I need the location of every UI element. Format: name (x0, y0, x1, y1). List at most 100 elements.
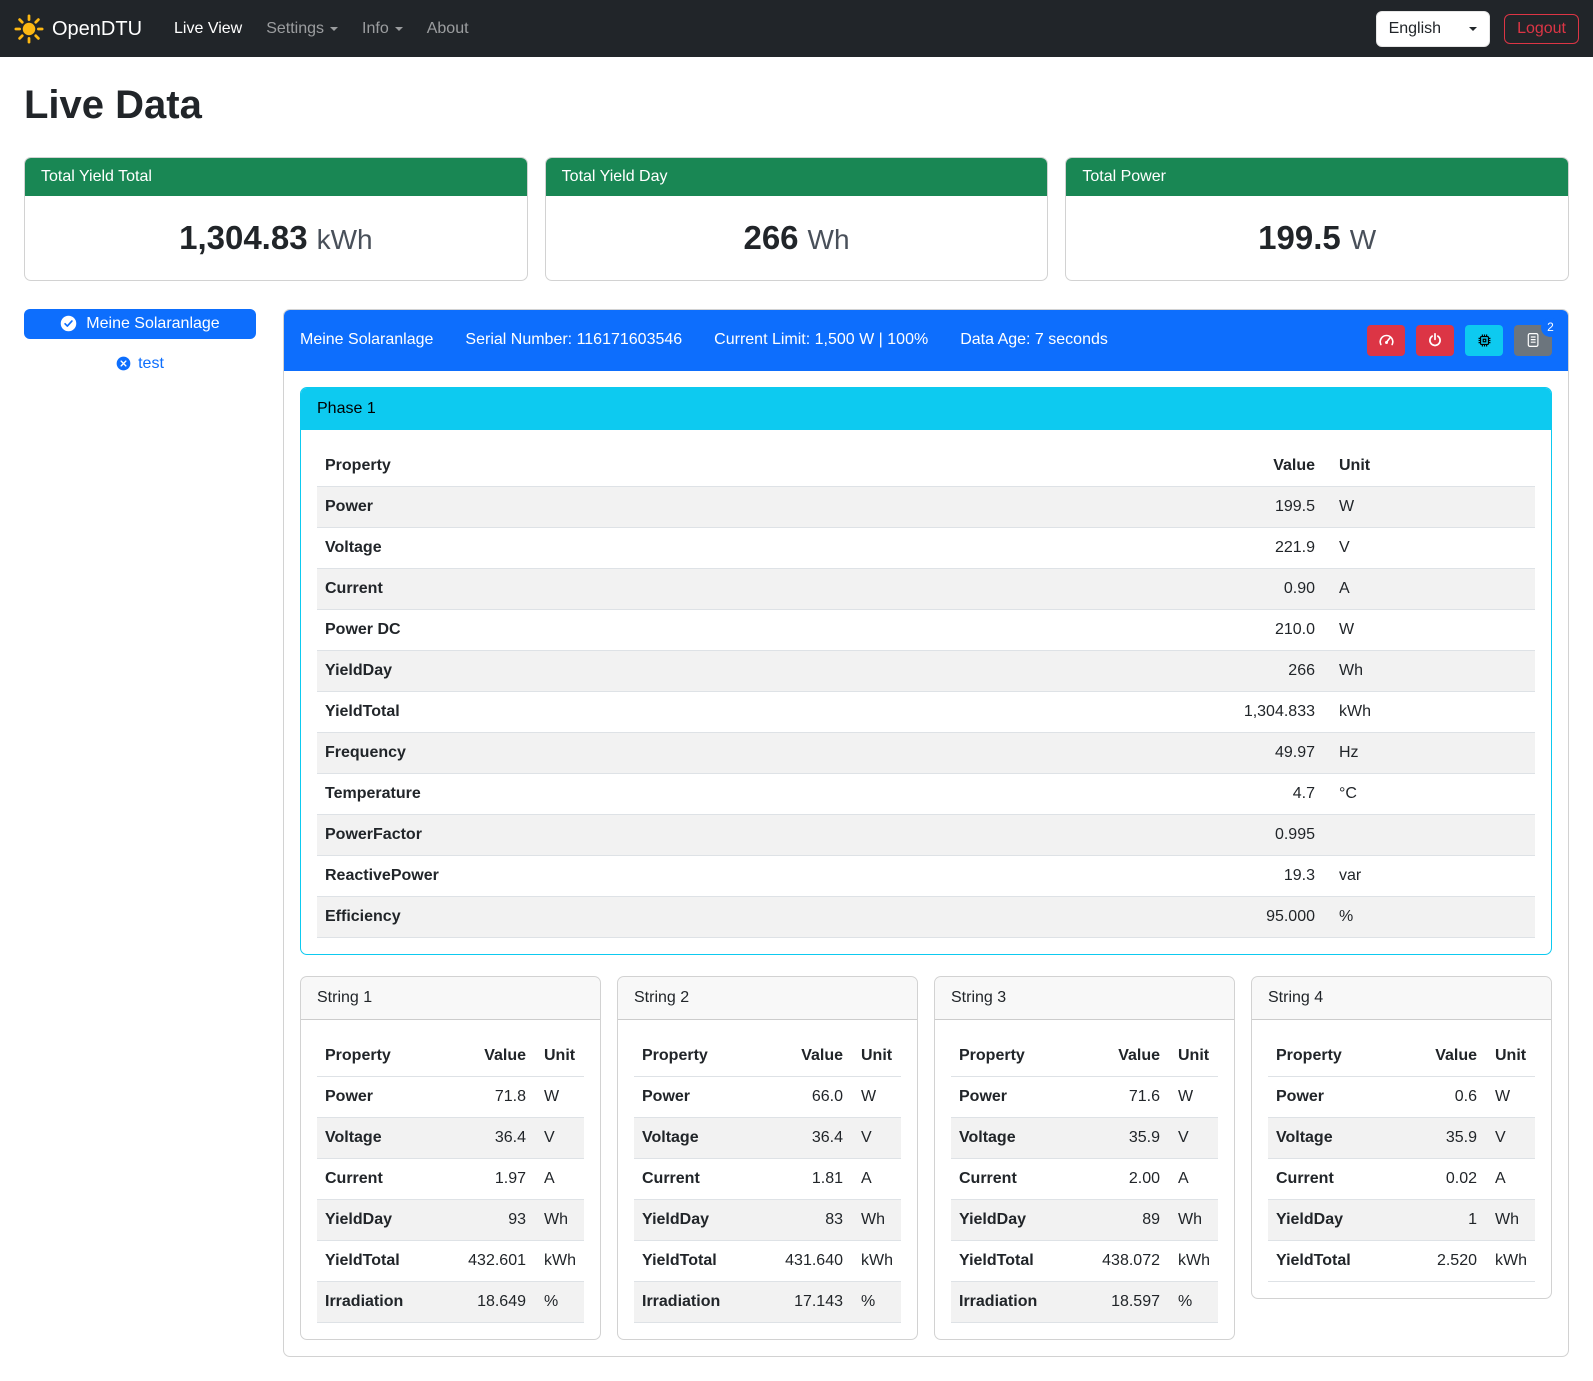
table-row: YieldTotal 431.640 kWh (634, 1240, 901, 1281)
string-table: Property Value Unit Power 71.8 (317, 1036, 584, 1323)
nav-item-live-view[interactable]: Live View (162, 9, 254, 49)
table-row: YieldTotal 1,304.833 kWh (317, 691, 1535, 732)
value-cell: 66.0 (756, 1076, 851, 1117)
unit-cell: % (1323, 896, 1535, 937)
summary-card-value: 199.5 (1258, 219, 1341, 256)
table-row: Power 71.8 W (317, 1076, 584, 1117)
table-row: Irradiation 17.143 % (634, 1281, 901, 1322)
table-row: Efficiency 95.000 % (317, 896, 1535, 937)
sidebar-inverter-selected[interactable]: Meine Solaranlage (24, 309, 256, 339)
device-info-button[interactable] (1465, 325, 1503, 356)
value-cell: 49.97 (919, 732, 1323, 773)
property-cell: Power (1268, 1076, 1401, 1117)
property-header: Property (1268, 1036, 1401, 1077)
phase-card: Phase 1 Property Value Unit (300, 387, 1552, 955)
unit-cell: A (1485, 1158, 1535, 1199)
navbar: OpenDTU Live View Settings Info About En… (0, 0, 1593, 57)
property-cell: ReactivePower (317, 855, 919, 896)
value-cell: 1 (1401, 1199, 1486, 1240)
value-cell: 89 (1073, 1199, 1168, 1240)
table-row: Frequency 49.97 Hz (317, 732, 1535, 773)
unit-cell: A (1168, 1158, 1218, 1199)
table-row: Irradiation 18.597 % (951, 1281, 1218, 1322)
value-cell: 266 (919, 650, 1323, 691)
property-cell: YieldTotal (317, 691, 919, 732)
table-row: Power 71.6 W (951, 1076, 1218, 1117)
table-header-row: Property Value Unit (1268, 1036, 1535, 1077)
event-log-button[interactable]: 2 (1514, 325, 1552, 356)
table-row: Temperature 4.7 °C (317, 773, 1535, 814)
nav-item-label: Settings (266, 17, 324, 41)
power-icon (1427, 332, 1443, 348)
value-cell: 36.4 (439, 1117, 534, 1158)
table-row: Current 0.02 A (1268, 1158, 1535, 1199)
value-cell: 35.9 (1073, 1117, 1168, 1158)
unit-cell: kWh (851, 1240, 901, 1281)
unit-cell: Wh (1168, 1199, 1218, 1240)
sidebar-inverter-label: Meine Solaranlage (86, 315, 219, 333)
string-card-3: String 3 Property Value Unit (934, 976, 1235, 1340)
property-cell: Power (317, 1076, 439, 1117)
nav-item-about[interactable]: About (415, 9, 481, 49)
summary-card-title: Total Yield Total (25, 158, 527, 196)
property-cell: Power (951, 1076, 1073, 1117)
nav-item-label: Info (362, 17, 389, 41)
unit-header: Unit (851, 1036, 901, 1077)
brand[interactable]: OpenDTU (14, 14, 142, 44)
sun-icon (14, 14, 44, 44)
value-cell: 210.0 (919, 609, 1323, 650)
value-cell: 35.9 (1401, 1117, 1486, 1158)
summary-card-total-yield-total: Total Yield Total 1,304.83kWh (24, 157, 528, 281)
unit-cell: V (851, 1117, 901, 1158)
property-cell: YieldTotal (634, 1240, 756, 1281)
summary-card-unit: W (1350, 224, 1376, 255)
language-select[interactable]: English (1376, 11, 1490, 47)
nav-item-label: Live View (174, 17, 242, 41)
unit-cell: Wh (1485, 1199, 1535, 1240)
table-row: Irradiation 18.649 % (317, 1281, 584, 1322)
table-row: YieldTotal 432.601 kWh (317, 1240, 584, 1281)
sidebar-inverter-test[interactable]: test (24, 352, 256, 376)
value-cell: 2.00 (1073, 1158, 1168, 1199)
property-cell: Current (634, 1158, 756, 1199)
unit-cell: W (1323, 486, 1535, 527)
limit-settings-button[interactable] (1367, 325, 1405, 356)
property-cell: Irradiation (951, 1281, 1073, 1322)
property-cell: Power (317, 486, 919, 527)
summary-card-title: Total Power (1066, 158, 1568, 196)
logout-button[interactable]: Logout (1504, 14, 1579, 44)
property-cell: Irradiation (634, 1281, 756, 1322)
journal-icon (1525, 332, 1541, 348)
unit-cell: var (1323, 855, 1535, 896)
chevron-down-icon (1469, 27, 1477, 31)
property-cell: Frequency (317, 732, 919, 773)
property-header: Property (634, 1036, 756, 1077)
unit-cell: kWh (534, 1240, 584, 1281)
value-cell: 1.81 (756, 1158, 851, 1199)
nav-item-settings[interactable]: Settings (254, 9, 350, 49)
value-header: Value (919, 446, 1323, 487)
table-row: Power DC 210.0 W (317, 609, 1535, 650)
chevron-down-icon (395, 27, 403, 31)
table-row: Current 2.00 A (951, 1158, 1218, 1199)
language-select-value: English (1389, 17, 1441, 41)
unit-cell: V (534, 1117, 584, 1158)
unit-cell: kWh (1323, 691, 1535, 732)
property-cell: Voltage (317, 1117, 439, 1158)
property-cell: YieldDay (317, 650, 919, 691)
string-table-body: Power 71.8 W Voltage 36.4 V (317, 1076, 584, 1322)
table-row: YieldTotal 438.072 kWh (951, 1240, 1218, 1281)
property-cell: Current (317, 568, 919, 609)
power-settings-button[interactable] (1416, 325, 1454, 356)
nav-item-info[interactable]: Info (350, 9, 415, 49)
table-row: YieldTotal 2.520 kWh (1268, 1240, 1535, 1281)
property-cell: YieldTotal (1268, 1240, 1401, 1281)
inverter-sidebar: Meine Solaranlage test (24, 309, 256, 376)
value-cell: 0.995 (919, 814, 1323, 855)
unit-cell: Wh (1323, 650, 1535, 691)
value-cell: 0.90 (919, 568, 1323, 609)
value-cell: 438.072 (1073, 1240, 1168, 1281)
page-title: Live Data (24, 75, 1569, 135)
value-cell: 17.143 (756, 1281, 851, 1322)
property-cell: Efficiency (317, 896, 919, 937)
